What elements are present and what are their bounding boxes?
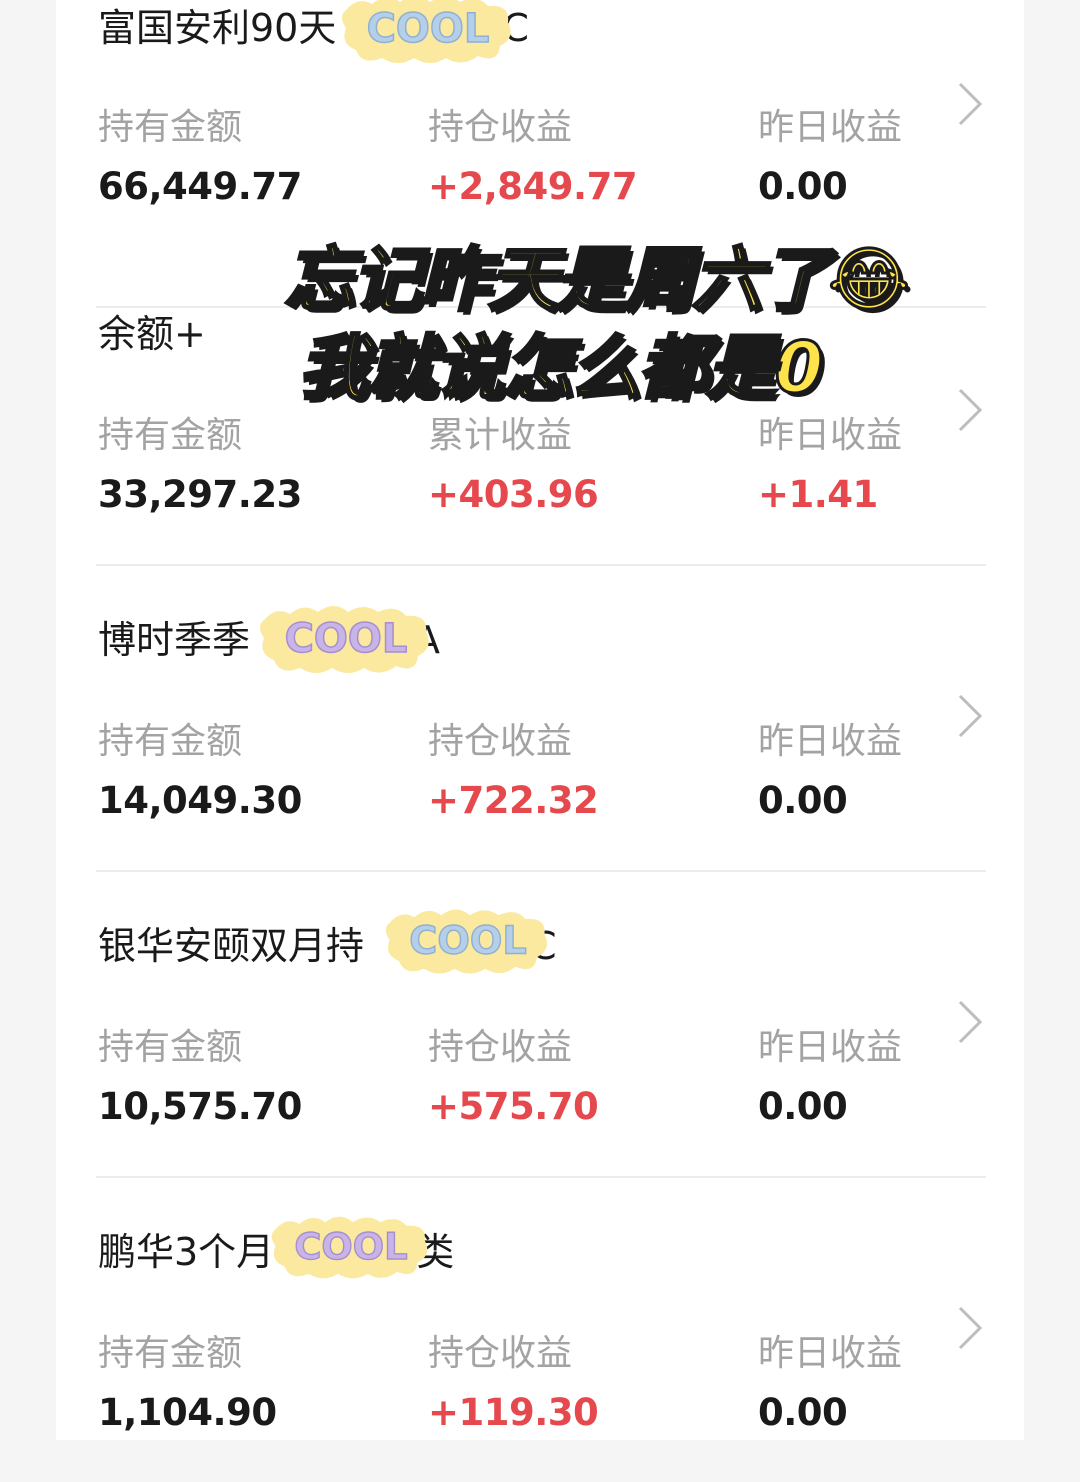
position-profit: 持仓收益 +2,849.77 <box>428 104 638 212</box>
fund-list: 富国安利90天 C 持有金额 66,449.77 持仓收益 +2,849.77 昨… <box>56 0 1024 1440</box>
holding-amount: 持有金额 10,575.70 <box>98 1024 302 1132</box>
caption-line-2: 我就说怎么都是0 <box>297 326 825 411</box>
accumulated-profit-value: +403.96 <box>428 473 599 516</box>
position-profit: 持仓收益 +722.32 <box>428 718 599 826</box>
accumulated-profit: 累计收益 +403.96 <box>428 412 599 520</box>
cool-sticker: COOL <box>271 1216 428 1279</box>
sticker-text: COOL <box>285 616 408 662</box>
position-profit-label: 持仓收益 <box>428 107 573 148</box>
position-profit-label: 持仓收益 <box>428 721 573 762</box>
holding-amount-value: 1,104.90 <box>98 1391 277 1434</box>
yesterday-profit: 昨日收益 0.00 <box>758 104 902 212</box>
holding-amount-value: 33,297.23 <box>98 473 302 516</box>
position-profit-label: 持仓收益 <box>428 1027 573 1068</box>
yesterday-profit-label: 昨日收益 <box>758 721 903 762</box>
cool-sticker: COOL <box>385 909 547 974</box>
yesterday-profit-value: 0.00 <box>758 779 848 822</box>
chevron-right-icon[interactable] <box>952 692 992 740</box>
yesterday-profit: 昨日收益 0.00 <box>758 1024 902 1132</box>
sticker-text: COOL <box>409 919 526 963</box>
chevron-right-icon[interactable] <box>952 80 992 128</box>
chevron-right-icon[interactable] <box>952 1304 992 1352</box>
yesterday-profit: 昨日收益 +1.41 <box>758 412 902 520</box>
holding-amount: 持有金额 33,297.23 <box>98 412 302 520</box>
position-profit: 持仓收益 +119.30 <box>428 1330 599 1438</box>
yesterday-profit-label: 昨日收益 <box>758 1027 903 1068</box>
yesterday-profit: 昨日收益 0.00 <box>758 718 902 826</box>
yesterday-profit-value: 0.00 <box>758 165 848 208</box>
cool-sticker: COOL <box>260 606 429 673</box>
holding-amount-value: 14,049.30 <box>98 779 302 822</box>
position-profit-value: +575.70 <box>428 1085 599 1128</box>
holding-amount-label: 持有金额 <box>98 721 243 762</box>
holding-amount: 持有金额 1,104.90 <box>98 1330 277 1438</box>
holding-amount-label: 持有金额 <box>98 107 243 148</box>
chevron-right-icon[interactable] <box>952 998 992 1046</box>
sticker-text: COOL <box>294 1225 407 1268</box>
fund-row-2[interactable]: 博时季季A 持有金额 14,049.30 持仓收益 +722.32 昨日收益 0… <box>96 564 986 872</box>
holding-amount: 持有金额 14,049.30 <box>98 718 302 826</box>
holding-amount: 持有金额 66,449.77 <box>98 104 302 212</box>
holding-amount-label: 持有金额 <box>98 1333 243 1374</box>
position-profit-value: +119.30 <box>428 1391 599 1434</box>
accumulated-profit-label: 累计收益 <box>428 415 573 456</box>
position-profit-value: +2,849.77 <box>428 165 638 208</box>
cool-sticker: COOL <box>342 0 511 63</box>
yesterday-profit-value: 0.00 <box>758 1085 848 1128</box>
yesterday-profit: 昨日收益 0.00 <box>758 1330 902 1438</box>
holding-amount-label: 持有金额 <box>98 415 243 456</box>
position-profit-value: +722.32 <box>428 779 599 822</box>
caption-line-1: 忘记昨天是周六了😂 <box>283 238 912 323</box>
yesterday-profit-label: 昨日收益 <box>758 415 903 456</box>
holding-amount-value: 10,575.70 <box>98 1085 302 1128</box>
yesterday-profit-value: 0.00 <box>758 1391 848 1434</box>
yesterday-profit-label: 昨日收益 <box>758 1333 903 1374</box>
sticker-text: COOL <box>367 6 490 52</box>
yesterday-profit-label: 昨日收益 <box>758 107 903 148</box>
yesterday-profit-value: +1.41 <box>758 473 878 516</box>
fund-row-4[interactable]: 鹏华3个月类 持有金额 1,104.90 持仓收益 +119.30 昨日收益 0… <box>96 1176 986 1482</box>
position-profit: 持仓收益 +575.70 <box>428 1024 599 1132</box>
position-profit-label: 持仓收益 <box>428 1333 573 1374</box>
holding-amount-label: 持有金额 <box>98 1027 243 1068</box>
holding-amount-value: 66,449.77 <box>98 165 302 208</box>
